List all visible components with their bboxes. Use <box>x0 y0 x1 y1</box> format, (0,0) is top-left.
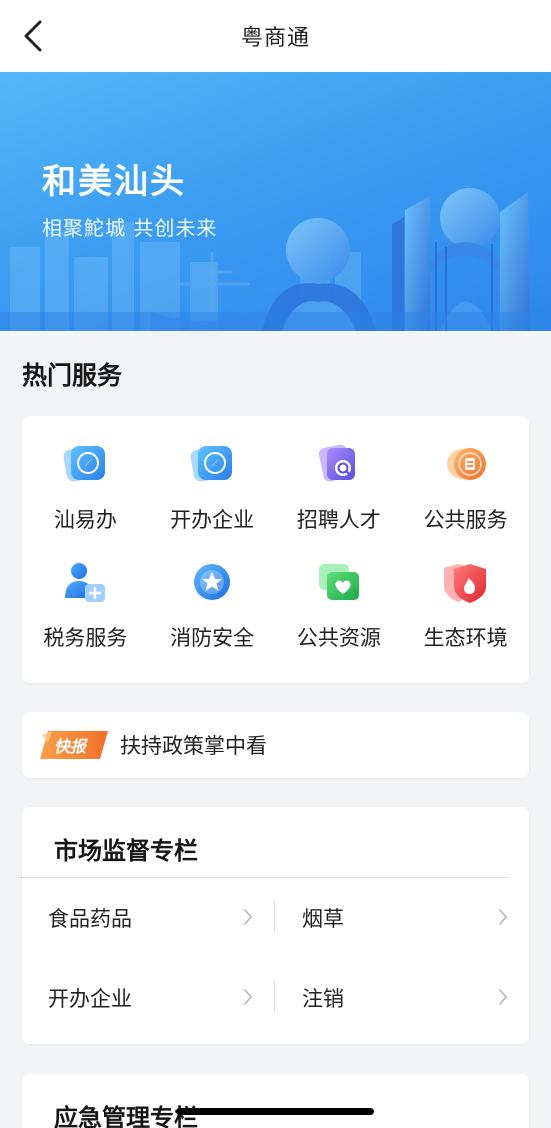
link-tobacco[interactable]: 烟草 <box>302 903 344 933</box>
page-title: 粤商通 <box>240 26 310 51</box>
banner-title: 和美汕头 <box>42 162 186 202</box>
service-label: 生态环境 <box>423 626 508 650</box>
magnifier-icon <box>318 444 355 482</box>
chevron-right-icon <box>499 909 508 925</box>
vertical-divider <box>274 901 275 933</box>
service-public-services[interactable]: 公共服务 <box>402 438 529 548</box>
star-badge-icon <box>194 564 231 600</box>
service-label: 消防安全 <box>170 626 255 650</box>
compass-icon <box>63 446 106 482</box>
vertical-divider <box>274 981 275 1013</box>
tax-coin-icon <box>446 448 486 480</box>
fire-shield-icon <box>443 564 486 603</box>
app-screen: 粤商通 和美汕头 相聚鮀城 共创未来 热门服务 汕易办 开办企业 招聘人才 公共… <box>0 0 551 1128</box>
hero-banner[interactable]: 和美汕头 相聚鮀城 共创未来 <box>0 72 551 331</box>
service-tax[interactable]: 税务服务 <box>22 556 149 666</box>
card-divider <box>18 877 510 878</box>
compass-icon <box>190 446 233 482</box>
service-label: 税务服务 <box>43 626 128 650</box>
add-user-icon <box>65 563 106 602</box>
hot-services-card: 汕易办 开办企业 招聘人才 公共服务 税务服务 消防安全 公共资源 生态环境 <box>22 416 529 683</box>
service-label: 招聘人才 <box>296 508 381 532</box>
service-public-resources[interactable]: 公共资源 <box>276 556 403 666</box>
chevron-right-icon <box>499 989 508 1005</box>
news-badge-text: 快报 <box>54 737 88 756</box>
banner-subtitle: 相聚鮀城 共创未来 <box>42 216 218 240</box>
service-label: 开办企业 <box>170 508 255 532</box>
service-shanyiban[interactable]: 汕易办 <box>22 438 149 548</box>
link-label: 注销 <box>302 987 344 1011</box>
link-label: 烟草 <box>302 907 344 931</box>
service-open-business[interactable]: 开办企业 <box>149 438 276 548</box>
service-label: 公共资源 <box>296 626 381 650</box>
link-label: 开办企业 <box>48 987 132 1011</box>
hot-services-heading: 热门服务 <box>22 361 123 390</box>
news-headline: 扶持政策掌中看 <box>120 734 267 758</box>
chevron-right-icon <box>244 909 253 925</box>
service-fire-safety[interactable]: 消防安全 <box>149 556 276 666</box>
navigation-bar: 粤商通 <box>0 0 551 72</box>
link-deregistration[interactable]: 注销 <box>302 983 344 1013</box>
market-supervision-title: 市场监督专栏 <box>54 837 198 865</box>
service-label: 汕易办 <box>53 508 117 532</box>
emergency-management-card: 应急管理专栏 <box>22 1074 529 1128</box>
chevron-right-icon <box>244 989 253 1005</box>
heart-cards-icon <box>318 564 359 600</box>
service-recruitment[interactable]: 招聘人才 <box>276 438 403 548</box>
service-ecology[interactable]: 生态环境 <box>402 556 529 666</box>
news-banner[interactable]: 快报 扶持政策掌中看 <box>22 712 529 778</box>
service-label: 公共服务 <box>423 508 508 532</box>
home-indicator[interactable] <box>176 1108 374 1115</box>
link-label: 食品药品 <box>48 907 132 931</box>
link-food-drugs[interactable]: 食品药品 <box>48 903 132 933</box>
back-chevron-icon[interactable] <box>18 18 50 54</box>
link-open-business[interactable]: 开办企业 <box>48 983 132 1013</box>
news-flash-badge-icon: 快报 <box>40 731 108 759</box>
